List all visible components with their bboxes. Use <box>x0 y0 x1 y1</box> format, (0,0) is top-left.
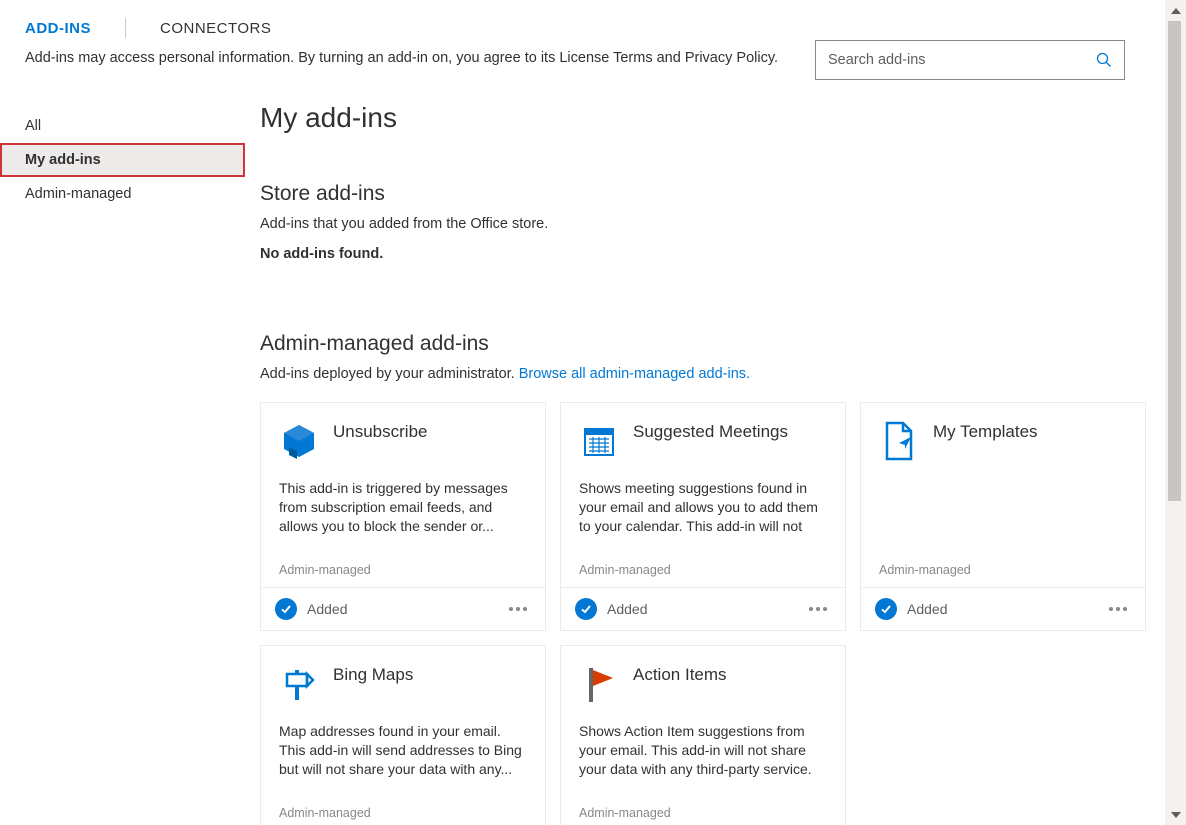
addin-card-action-items[interactable]: Action Items Shows Action Item suggestio… <box>560 645 846 825</box>
added-label: Added <box>607 601 647 617</box>
sidebar-item-my-addins[interactable]: My add-ins <box>0 143 245 177</box>
card-description: Map addresses found in your email. This … <box>261 722 545 790</box>
more-actions-button[interactable] <box>805 603 831 615</box>
admin-heading: Admin-managed add-ins <box>260 332 1146 356</box>
card-description: This add-in is triggered by messages fro… <box>261 479 545 547</box>
addin-card-bing-maps[interactable]: Bing Maps Map addresses found in your em… <box>260 645 546 825</box>
more-actions-button[interactable] <box>1105 603 1131 615</box>
calendar-icon <box>579 421 619 461</box>
tab-addins[interactable]: ADD-INS <box>25 20 125 37</box>
addin-card-unsubscribe[interactable]: Unsubscribe This add-in is triggered by … <box>260 402 546 631</box>
store-description: Add-ins that you added from the Office s… <box>260 216 1146 232</box>
check-icon <box>575 598 597 620</box>
card-meta: Admin-managed <box>561 806 845 825</box>
card-description: Shows meeting suggestions found in your … <box>561 479 845 547</box>
card-meta: Admin-managed <box>261 563 545 587</box>
addin-card-suggested-meetings[interactable]: Suggested Meetings Shows meeting suggest… <box>560 402 846 631</box>
search-icon[interactable] <box>1096 52 1112 68</box>
admin-description-text: Add-ins deployed by your administrator. <box>260 366 519 382</box>
check-icon <box>275 598 297 620</box>
scroll-track[interactable] <box>1165 21 1186 804</box>
sidebar-item-admin-managed[interactable]: Admin-managed <box>0 177 245 211</box>
admin-description: Add-ins deployed by your administrator. … <box>260 366 1146 382</box>
more-actions-button[interactable] <box>505 603 531 615</box>
cube-icon <box>279 421 319 461</box>
card-description: Shows Action Item suggestions from your … <box>561 722 845 790</box>
browse-all-link[interactable]: Browse all admin-managed add-ins. <box>519 366 750 382</box>
added-label: Added <box>907 601 947 617</box>
card-meta: Admin-managed <box>261 806 545 825</box>
scrollbar[interactable] <box>1165 0 1186 825</box>
addin-card-my-templates[interactable]: My Templates Admin-managed Added <box>860 402 1146 631</box>
card-title: Suggested Meetings <box>633 421 788 442</box>
card-title: Action Items <box>633 664 727 685</box>
search-input[interactable] <box>828 52 1096 68</box>
card-title: Bing Maps <box>333 664 413 685</box>
cards-grid: Unsubscribe This add-in is triggered by … <box>260 402 1146 825</box>
added-label: Added <box>307 601 347 617</box>
sidebar-item-label: My add-ins <box>25 152 101 168</box>
card-title: My Templates <box>933 421 1038 442</box>
card-description <box>861 479 1145 547</box>
tab-separator <box>125 18 126 38</box>
scroll-down-arrow[interactable] <box>1165 804 1186 825</box>
template-icon <box>879 421 919 461</box>
sidebar-item-all[interactable]: All <box>0 109 245 143</box>
scroll-up-arrow[interactable] <box>1165 0 1186 21</box>
tab-connectors[interactable]: CONNECTORS <box>160 20 305 37</box>
sidebar: All My add-ins Admin-managed <box>0 74 245 825</box>
signpost-icon <box>279 664 319 704</box>
card-title: Unsubscribe <box>333 421 428 442</box>
scroll-thumb[interactable] <box>1168 21 1181 501</box>
store-empty-text: No add-ins found. <box>260 246 1146 262</box>
search-box[interactable] <box>815 40 1125 80</box>
flag-icon <box>579 664 619 704</box>
page-title: My add-ins <box>260 102 1146 134</box>
tabs-row: ADD-INS CONNECTORS <box>25 18 1140 38</box>
check-icon <box>875 598 897 620</box>
store-heading: Store add-ins <box>260 182 1146 206</box>
card-meta: Admin-managed <box>861 563 1145 587</box>
card-meta: Admin-managed <box>561 563 845 587</box>
